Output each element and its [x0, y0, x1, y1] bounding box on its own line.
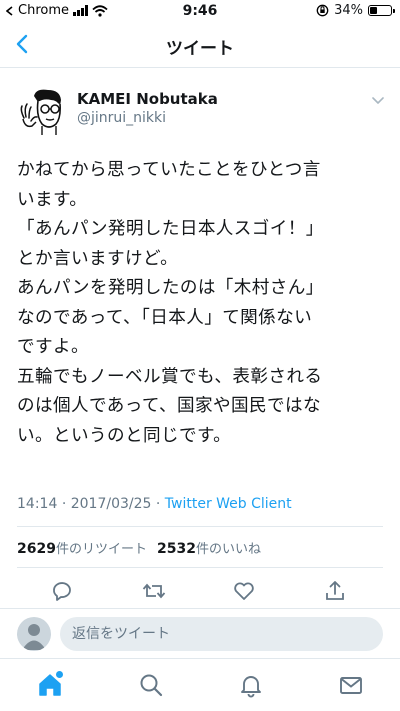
tweet-text-line: のは個人であって、国家や国民ではな: [17, 396, 321, 416]
meta-separator: ·: [155, 496, 161, 512]
retweet-label: 件のリツイート: [55, 542, 147, 557]
page-title: ツイート: [166, 39, 234, 59]
tweet-text-line: なのであって、「日本人」て関係ない: [17, 307, 313, 328]
tweet-text-line: あんパンを発明したのは「木村さん」: [17, 278, 324, 298]
bottom-tab-bar: [0, 658, 400, 711]
meta-separator: ·: [61, 496, 67, 512]
bell-icon: [241, 676, 261, 698]
heart-icon: [234, 582, 254, 600]
tweet-text: かねてから思っていたことをひとつ言 います。 「あんパン発明した日本人スゴイ！」…: [17, 156, 387, 451]
author-avatar[interactable]: [16, 88, 68, 136]
author-handle[interactable]: @jinrui_nikki: [77, 110, 166, 126]
tweet-text-line: 五輪でもノーベル賞でも、表彰される: [17, 366, 323, 387]
search-icon: [140, 674, 163, 697]
tweet-actions: [0, 572, 400, 608]
retweet-icon: [142, 583, 166, 599]
share-button[interactable]: [322, 578, 348, 604]
nav-bar: ツイート: [0, 22, 400, 68]
reply-bar: [0, 608, 400, 658]
tab-notifications[interactable]: [237, 671, 265, 699]
tweet-text-line: 「あんパン発明した日本人スゴイ！」: [17, 219, 324, 239]
reply-button[interactable]: [49, 578, 75, 604]
tweet-text-line: います。: [17, 189, 88, 210]
user-avatar[interactable]: [17, 617, 51, 651]
battery-level: [370, 7, 377, 14]
divider: [17, 526, 383, 527]
tab-search[interactable]: [137, 671, 165, 699]
status-bar: Chrome 9:46 34%: [0, 0, 400, 22]
retweet-count: 2629: [17, 541, 56, 557]
reply-icon: [53, 582, 71, 601]
tab-home[interactable]: [36, 671, 64, 699]
retweet-stat[interactable]: 2629件のリツイート: [17, 538, 147, 557]
tweet-options-button[interactable]: [370, 92, 386, 108]
tweet-stats: 2629件のリツイート 2532件のいいね: [17, 538, 261, 557]
like-stat[interactable]: 2532件のいいね: [157, 538, 261, 557]
rotation-lock-icon: [316, 4, 329, 17]
tweet-time: 14:14: [17, 496, 58, 512]
retweet-button[interactable]: [141, 578, 167, 604]
like-count: 2532: [156, 541, 196, 557]
share-icon: [326, 581, 344, 600]
default-avatar-icon: [22, 624, 46, 650]
battery-percent: 34%: [334, 3, 363, 18]
tweet-text-line: ですよ。: [17, 337, 89, 357]
chevron-down-icon: [372, 97, 384, 104]
tab-messages[interactable]: [337, 671, 365, 699]
tweet-meta: 14:14 · 2017/03/25 · Twitter Web Client: [17, 496, 292, 512]
tweet-text-line: とか言いますけど。: [17, 248, 179, 269]
tweet-text-line: かねてから思っていたことをひとつ言: [17, 160, 321, 180]
like-label: 件のいいね: [195, 542, 261, 557]
home-notification-dot: [56, 671, 63, 678]
battery-icon: [368, 5, 395, 16]
tweet-date: 2017/03/25: [70, 496, 152, 512]
reply-input[interactable]: [60, 617, 383, 651]
avatar-illustration: [20, 89, 61, 135]
like-button[interactable]: [231, 578, 257, 604]
tweet-client-link[interactable]: Twitter Web Client: [165, 496, 292, 512]
mail-icon: [340, 677, 362, 694]
status-bar-right: 34%: [316, 3, 395, 18]
tweet-text-line: い。というのと同じです。: [17, 425, 232, 446]
divider: [17, 567, 383, 568]
author-name[interactable]: KAMEI Nobutaka: [77, 90, 218, 108]
